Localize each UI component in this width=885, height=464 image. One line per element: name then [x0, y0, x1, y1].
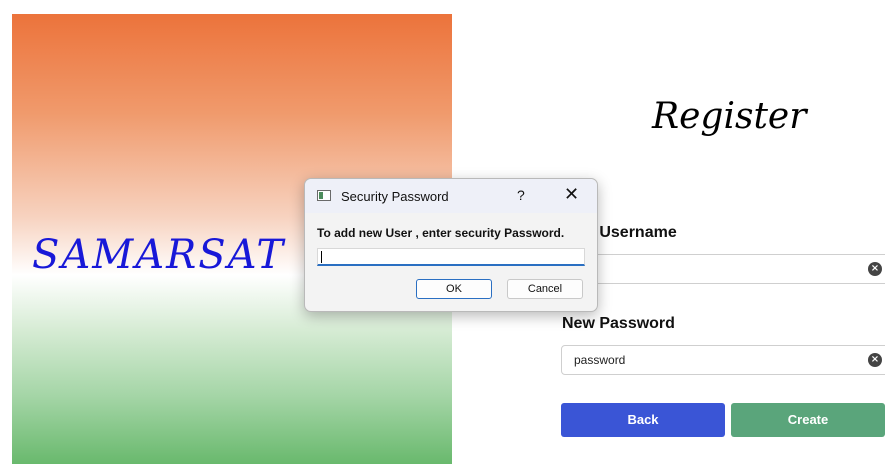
password-label: New Password — [562, 315, 675, 332]
clear-icon[interactable]: × — [868, 262, 882, 276]
help-icon[interactable]: ? — [517, 187, 525, 203]
password-value: password — [574, 353, 626, 367]
clear-icon[interactable]: × — [868, 353, 882, 367]
text-caret — [321, 251, 322, 263]
security-password-input[interactable] — [317, 248, 585, 266]
password-field[interactable]: password × — [561, 345, 885, 375]
dialog-titlebar[interactable]: Security Password ? ✕ — [305, 179, 597, 213]
create-button[interactable]: Create — [731, 403, 885, 437]
ok-button[interactable]: OK — [416, 279, 492, 299]
cancel-button[interactable]: Cancel — [507, 279, 583, 299]
security-password-dialog: Security Password ? ✕ To add new User , … — [304, 178, 598, 312]
username-field[interactable]: 1 × — [561, 254, 885, 284]
dialog-message: To add new User , enter security Passwor… — [317, 226, 565, 240]
banner-title: SAMARSAT — [32, 232, 286, 278]
back-button[interactable]: Back — [561, 403, 725, 437]
close-icon[interactable]: ✕ — [564, 184, 579, 205]
register-title: Register — [652, 96, 807, 137]
dialog-title: Security Password — [341, 189, 449, 204]
window-app-icon — [317, 190, 331, 201]
